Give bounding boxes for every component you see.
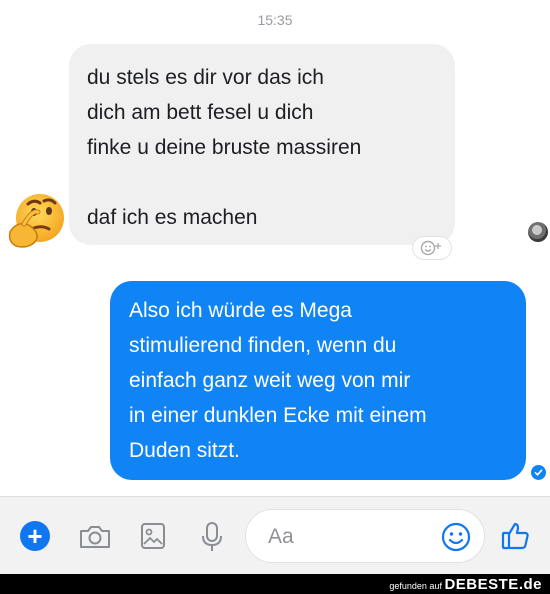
add-reaction-button[interactable] bbox=[412, 236, 452, 260]
message-line: daf ich es machen bbox=[87, 206, 258, 229]
image-icon[interactable] bbox=[140, 522, 166, 550]
message-line: einfach ganz weit weg von mir bbox=[129, 369, 411, 392]
message-gap bbox=[87, 165, 437, 200]
microphone-icon[interactable] bbox=[200, 521, 224, 553]
emoji-icon[interactable] bbox=[441, 522, 471, 552]
thinking-face-icon bbox=[8, 194, 64, 248]
avatar bbox=[528, 222, 548, 242]
message-line: Duden sitzt. bbox=[129, 439, 240, 462]
chat-thread: 15:35 du stels es dir vor das ich dich a… bbox=[0, 0, 550, 496]
message-line: stimulierend finden, wenn du bbox=[129, 334, 397, 357]
thumbs-up-icon[interactable] bbox=[500, 520, 532, 552]
add-reaction-icon bbox=[420, 240, 441, 256]
incoming-message[interactable]: du stels es dir vor das ich dich am bett… bbox=[69, 44, 455, 245]
plus-icon[interactable]: + bbox=[20, 521, 50, 551]
message-line: dich am bett fesel u dich bbox=[87, 101, 314, 124]
camera-icon[interactable] bbox=[78, 524, 112, 550]
message-line: Also ich würde es Mega bbox=[129, 299, 352, 322]
watermark: gefunden auf DEBESTE.de bbox=[389, 576, 542, 593]
watermark-brand: DEBESTE.de bbox=[444, 576, 542, 593]
message-input[interactable]: Aa bbox=[245, 509, 485, 563]
sent-check-icon bbox=[531, 465, 546, 480]
watermark-bar: gefunden auf DEBESTE.de bbox=[0, 574, 550, 594]
watermark-prefix: gefunden auf bbox=[389, 581, 442, 591]
timestamp: 15:35 bbox=[257, 12, 293, 28]
message-line: du stels es dir vor das ich bbox=[87, 66, 324, 89]
input-placeholder: Aa bbox=[268, 525, 294, 548]
message-line: in einer dunklen Ecke mit einem bbox=[129, 404, 427, 427]
message-line: finke u deine bruste massiren bbox=[87, 136, 362, 159]
message-composer: + Aa bbox=[0, 496, 550, 575]
outgoing-message[interactable]: Also ich würde es Mega stimulierend find… bbox=[110, 281, 526, 480]
